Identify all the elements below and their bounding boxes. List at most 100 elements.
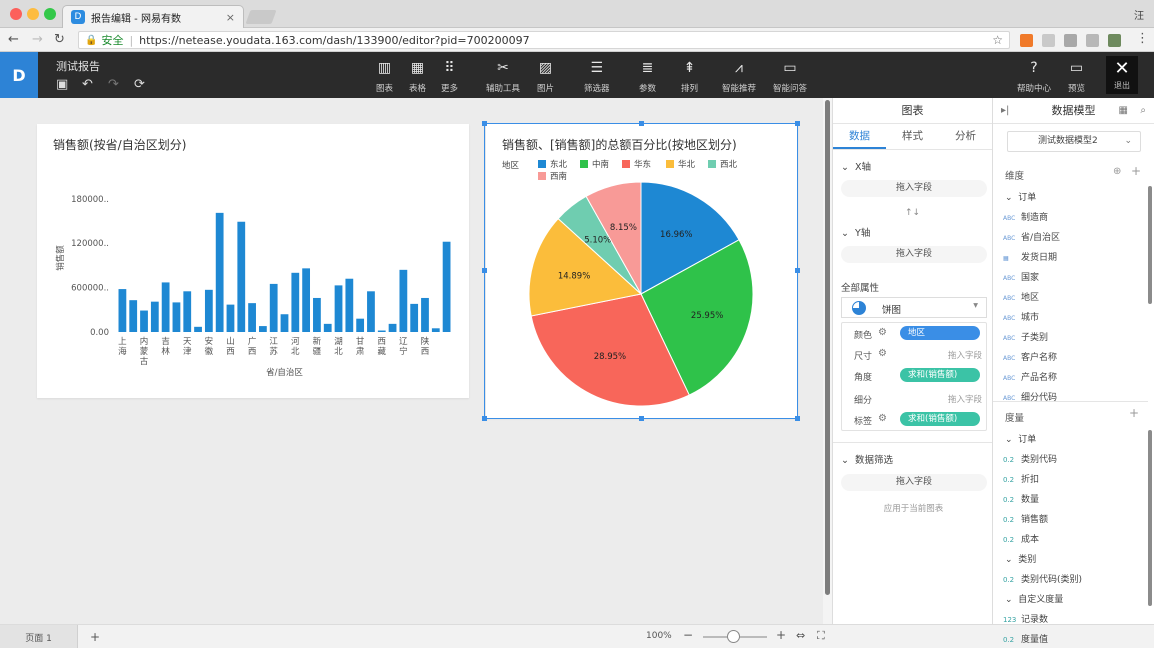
tab-analysis[interactable]: 分析 — [939, 124, 992, 149]
dimension-field[interactable]: ABC 细分代码 — [1003, 390, 1057, 408]
bar[interactable] — [442, 241, 451, 332]
measure-group[interactable]: ⌄ 自定义度量 — [1005, 592, 1063, 605]
prop-angle[interactable]: 角度 求和(销售额) — [842, 366, 988, 386]
bar[interactable] — [377, 330, 386, 332]
legend-label[interactable]: 华东 — [634, 159, 651, 170]
prop-detail[interactable]: 细分 拖入字段 — [842, 389, 988, 409]
legend-swatch[interactable] — [666, 160, 674, 168]
measure-field[interactable]: 123 记录数 — [1003, 612, 1048, 630]
bar[interactable] — [204, 289, 213, 332]
preview-button[interactable]: ▭ 预览 — [1068, 60, 1085, 94]
measure-field[interactable]: 0.2 类别代码(类别) — [1003, 572, 1082, 590]
x-axis-section[interactable]: ⌄ X轴 — [841, 159, 871, 173]
measure-field[interactable]: 0.2 类别代码 — [1003, 452, 1057, 470]
measure-field[interactable]: 0.2 折扣 — [1003, 472, 1039, 490]
bar[interactable] — [269, 283, 278, 332]
x-axis-drop-zone[interactable]: 拖入字段 — [841, 180, 987, 197]
canvas-scrollbar-thumb[interactable] — [825, 100, 830, 595]
tool-image[interactable]: ▨ 图片 — [537, 60, 554, 94]
bar[interactable] — [302, 268, 311, 332]
model-scrollbar-thumb[interactable] — [1148, 186, 1152, 304]
data-filter-section[interactable]: ⌄ 数据筛选 — [841, 452, 893, 466]
bar[interactable] — [291, 272, 300, 332]
legend-label[interactable]: 东北 — [550, 159, 568, 170]
bar[interactable] — [280, 314, 289, 332]
dimension-field[interactable]: ABC 客户名称 — [1003, 350, 1057, 368]
prop-color[interactable]: 颜色 ⚙ 地区 — [842, 324, 988, 344]
bar[interactable] — [118, 289, 127, 332]
tool-smart-recommend[interactable]: ⩘ 智能推荐 — [722, 60, 756, 94]
tab-close-icon[interactable]: × — [226, 11, 235, 24]
dimension-field[interactable]: ABC 制造商 — [1003, 210, 1048, 228]
zoom-out-button[interactable]: − — [683, 628, 693, 642]
youdata-logo-icon[interactable]: D — [0, 52, 38, 98]
measure-group[interactable]: ⌄ 类别 — [1005, 552, 1036, 565]
color-field-pill[interactable]: 地区 — [900, 326, 980, 340]
legend-label[interactable]: 华北 — [678, 159, 696, 170]
globe-icon[interactable]: ⊕ — [1113, 166, 1121, 177]
legend-swatch[interactable] — [538, 160, 546, 168]
bar[interactable] — [248, 303, 256, 332]
y-axis-section[interactable]: ⌄ Y轴 — [841, 225, 870, 239]
model-panel-scrollbar[interactable] — [1148, 186, 1152, 606]
extension-icon[interactable] — [1042, 34, 1055, 47]
new-tab-button[interactable] — [245, 10, 277, 24]
help-center-button[interactable]: ? 帮助中心 — [1017, 60, 1051, 94]
bar[interactable] — [431, 328, 440, 332]
tool-filter[interactable]: ☰ 筛选器 — [584, 60, 610, 94]
zoom-in-button[interactable]: + — [776, 628, 786, 642]
tool-table[interactable]: ▦ 表格 — [409, 60, 426, 94]
label-field-pill[interactable]: 求和(销售额) — [900, 412, 980, 426]
extension-icon[interactable] — [1108, 34, 1121, 47]
bar[interactable] — [129, 300, 138, 332]
measure-field[interactable]: 0.2 成本 — [1003, 532, 1039, 550]
bar[interactable] — [140, 310, 148, 332]
address-bar[interactable]: 🔒 安全 | https://netease.youdata.163.com/d… — [78, 31, 1010, 49]
exit-button[interactable]: ✕ 退出 — [1106, 56, 1138, 94]
legend-swatch[interactable] — [622, 160, 630, 168]
collapse-panel-icon[interactable]: ▸| — [1001, 98, 1009, 124]
bar[interactable] — [388, 323, 397, 332]
chart-type-select[interactable]: 饼图 ▾ — [841, 297, 987, 318]
bar[interactable] — [183, 291, 192, 332]
size-drop-zone[interactable]: 拖入字段 — [948, 349, 982, 361]
dimension-field[interactable]: ABC 国家 — [1003, 270, 1039, 288]
measure-field[interactable]: 0.2 度量值 — [1003, 632, 1048, 648]
gear-icon[interactable]: ⚙ — [878, 348, 887, 359]
tool-helpers[interactable]: ✂ 辅助工具 — [486, 60, 520, 94]
dimension-field[interactable]: ABC 城市 — [1003, 310, 1039, 328]
legend-label[interactable]: 西北 — [720, 160, 738, 170]
dimension-field[interactable]: ABC 地区 — [1003, 290, 1039, 308]
bookmark-star-icon[interactable]: ☆ — [992, 33, 1003, 47]
measure-group[interactable]: ⌄ 订单 — [1005, 432, 1036, 445]
fit-width-icon[interactable]: ⇔ — [796, 629, 805, 642]
browser-user-label[interactable]: 汪 — [1134, 7, 1144, 22]
bar[interactable] — [323, 323, 332, 332]
dimension-group-order[interactable]: ⌄ 订单 — [1005, 190, 1036, 203]
browser-menu-icon[interactable]: ⋮ — [1136, 31, 1149, 46]
bar[interactable] — [172, 302, 181, 332]
gear-icon[interactable]: ⚙ — [878, 327, 887, 338]
undo-icon[interactable]: ↶ — [82, 77, 93, 92]
window-maximize-button[interactable] — [44, 8, 56, 20]
tool-params[interactable]: ≣ 参数 — [639, 60, 656, 94]
fit-screen-icon[interactable]: ⛶ — [817, 629, 825, 643]
prop-label[interactable]: 标签 ⚙ 求和(销售额) — [842, 410, 988, 430]
detail-drop-zone[interactable]: 拖入字段 — [948, 393, 982, 405]
model-scrollbar-thumb[interactable] — [1148, 430, 1152, 606]
angle-field-pill[interactable]: 求和(销售额) — [900, 368, 980, 382]
bar[interactable] — [150, 301, 159, 332]
dimension-field[interactable]: ▦ 发货日期 — [1003, 250, 1057, 268]
page-tab[interactable]: 页面 1 — [0, 625, 78, 648]
bar[interactable] — [258, 326, 267, 332]
bar[interactable] — [367, 291, 375, 332]
extension-icon[interactable] — [1020, 34, 1033, 47]
bar[interactable] — [161, 282, 170, 332]
browser-tab[interactable]: D 报告编辑 - 网易有数 × — [62, 5, 244, 28]
extension-icon[interactable] — [1086, 34, 1099, 47]
canvas-scrollbar[interactable] — [823, 98, 832, 624]
bar[interactable] — [421, 297, 429, 332]
tab-data[interactable]: 数据 — [833, 124, 886, 149]
search-icon[interactable]: ⌕ — [1140, 98, 1146, 124]
dimension-field[interactable]: ABC 子类别 — [1003, 330, 1048, 348]
